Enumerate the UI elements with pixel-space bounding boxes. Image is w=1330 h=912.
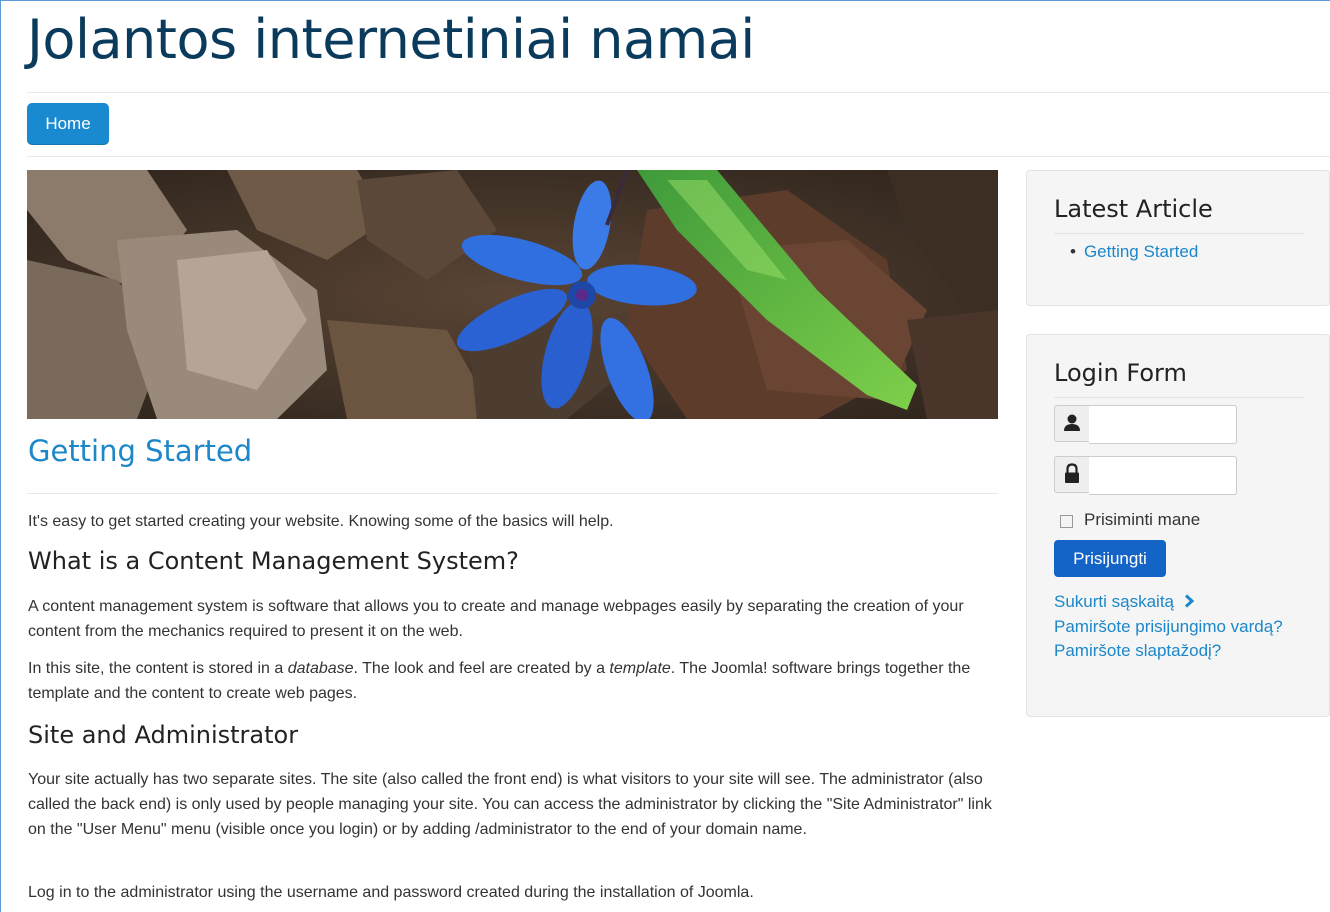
password-input-group xyxy=(1054,456,1237,495)
site-title[interactable]: Jolantos internetiniai namai xyxy=(27,8,755,71)
database-text-2: . The look and feel are created by a xyxy=(353,660,610,677)
article-title-divider xyxy=(27,493,998,494)
password-input[interactable] xyxy=(1089,456,1237,495)
user-icon xyxy=(1054,405,1090,442)
remember-me-label[interactable]: Prisiminti mane xyxy=(1084,510,1200,530)
remember-me-checkbox[interactable] xyxy=(1060,515,1073,528)
nav-home-button[interactable]: Home xyxy=(27,103,109,145)
login-info-paragraph: Log in to the administrator using the us… xyxy=(28,884,754,901)
latest-article-list-item: • Getting Started xyxy=(1070,242,1198,262)
database-text-1: In this site, the content is stored in a xyxy=(28,660,288,677)
create-account-link[interactable]: Sukurti sąskaitą xyxy=(1054,592,1195,613)
login-submit-button[interactable]: Prisijungti xyxy=(1054,540,1166,577)
cms-paragraph: A content management system is software … xyxy=(28,598,964,640)
site-admin-paragraph: Your site actually has two separate site… xyxy=(28,771,992,838)
latest-article-title: Latest Article xyxy=(1054,195,1213,223)
list-bullet: • xyxy=(1070,242,1076,261)
nav-divider xyxy=(27,156,1330,157)
forgot-password-link[interactable]: Pamiršote slaptažodį? xyxy=(1054,641,1221,661)
frame-border-left xyxy=(0,0,1,912)
intro-paragraph: It's easy to get started creating your w… xyxy=(28,513,614,530)
username-input[interactable] xyxy=(1089,405,1237,444)
username-input-group xyxy=(1054,405,1237,444)
heading-cms: What is a Content Management System? xyxy=(28,547,519,575)
heading-site-admin: Site and Administrator xyxy=(28,721,299,749)
forgot-username-link[interactable]: Pamiršote prisijungimo vardą? xyxy=(1054,617,1283,637)
latest-article-module: Latest Article • Getting Started xyxy=(1026,170,1330,306)
header-divider xyxy=(27,92,1330,93)
article-title-link[interactable]: Getting Started xyxy=(28,434,252,468)
latest-article-link[interactable]: Getting Started xyxy=(1084,242,1198,261)
login-form-title: Login Form xyxy=(1054,359,1187,387)
chevron-right-icon xyxy=(1183,593,1195,613)
lock-icon xyxy=(1054,456,1090,493)
create-account-label[interactable]: Sukurti sąskaitą xyxy=(1054,592,1174,611)
banner-image xyxy=(27,170,998,419)
database-emphasis: database xyxy=(287,660,354,677)
database-paragraph: In this site, the content is stored in a… xyxy=(28,656,998,706)
latest-article-divider xyxy=(1054,233,1304,234)
login-form-module: Login Form Prisiminti mane Prisijungti S… xyxy=(1026,334,1330,717)
template-emphasis: template xyxy=(609,660,671,677)
frame-border-top xyxy=(0,0,1330,1)
login-form-divider xyxy=(1054,397,1304,398)
banner-flower-illustration xyxy=(27,170,998,419)
